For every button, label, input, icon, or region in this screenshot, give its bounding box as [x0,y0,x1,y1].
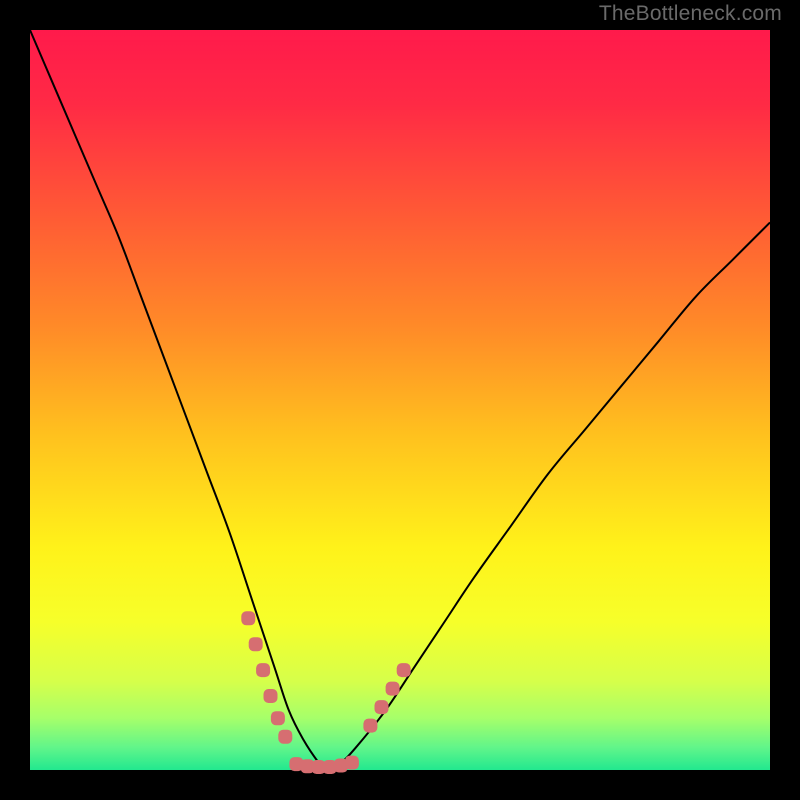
bottleneck-chart [0,0,800,800]
marker-dot [375,700,389,714]
marker-dot [397,663,411,677]
marker-dot [278,730,292,744]
marker-dot [386,682,400,696]
chart-root: TheBottleneck.com [0,0,800,800]
marker-dot [345,756,359,770]
marker-dot [264,689,278,703]
marker-dot [241,611,255,625]
marker-dot [256,663,270,677]
watermark-text: TheBottleneck.com [599,2,782,26]
marker-dot [249,637,263,651]
marker-dot [271,711,285,725]
marker-dot [363,719,377,733]
plot-background [30,30,770,770]
